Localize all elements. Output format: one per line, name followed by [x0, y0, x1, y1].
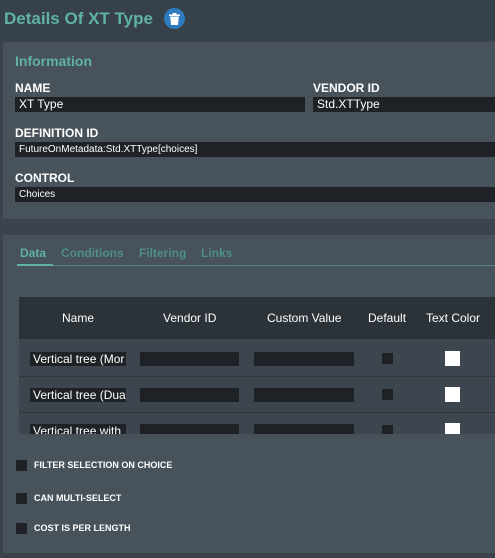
column-header-default: Default	[368, 311, 407, 325]
information-panel: Information NAME XT Type VENDOR ID Std.X…	[3, 42, 495, 219]
multi-select-label: CAN MULTI-SELECT	[34, 493, 122, 503]
row-vendor-id-input[interactable]	[140, 388, 239, 402]
row-custom-value-input[interactable]	[254, 352, 354, 366]
name-field[interactable]: XT Type	[15, 97, 305, 112]
column-header-name: Name	[62, 311, 95, 325]
filter-selection-checkbox[interactable]	[16, 460, 27, 471]
row-vendor-id-input[interactable]	[140, 352, 239, 366]
row-name-input[interactable]: Vertical tree (Dua	[30, 388, 126, 402]
row-default-checkbox[interactable]	[382, 353, 393, 364]
trash-icon	[169, 12, 180, 25]
column-header-text-color: Text Color	[426, 311, 481, 325]
page-title: Details Of XT Type	[4, 9, 153, 28]
row-custom-value-input[interactable]	[254, 388, 354, 402]
tab-filtering[interactable]: Filtering	[139, 246, 186, 260]
row-default-checkbox[interactable]	[382, 389, 393, 400]
tab-divider	[17, 265, 495, 266]
vendor-id-label: VENDOR ID	[313, 81, 380, 95]
vendor-id-field[interactable]: Std.XTType	[313, 97, 495, 112]
tab-links[interactable]: Links	[201, 246, 232, 260]
information-heading: Information	[15, 53, 92, 69]
row-text-color-swatch[interactable]	[445, 351, 460, 366]
multi-select-checkbox[interactable]	[16, 493, 27, 504]
row-default-checkbox[interactable]	[382, 425, 393, 434]
control-field[interactable]: Choices	[15, 187, 495, 202]
active-tab-indicator	[17, 264, 53, 266]
name-label: NAME	[15, 81, 51, 95]
row-name-input[interactable]: Vertical tree (Mor	[30, 352, 126, 366]
delete-button[interactable]	[164, 8, 185, 29]
table-row: Vertical tree (Mor	[19, 341, 495, 376]
column-header-vendor-id: Vendor ID	[163, 311, 217, 325]
definition-id-field[interactable]: FutureOnMetadata:Std.XTType[choices]	[15, 142, 495, 157]
row-name-input[interactable]: Vertical tree with	[30, 424, 126, 434]
control-label: CONTROL	[15, 171, 75, 185]
row-text-color-swatch[interactable]	[445, 387, 460, 402]
row-vendor-id-input[interactable]	[140, 424, 239, 434]
table-header: Name Vendor ID Custom Value Default Text…	[19, 297, 495, 339]
tab-data[interactable]: Data	[20, 246, 46, 260]
tab-conditions[interactable]: Conditions	[61, 246, 124, 260]
row-custom-value-input[interactable]	[254, 424, 354, 434]
table-row: Vertical tree with	[19, 413, 495, 434]
filter-selection-label: FILTER SELECTION ON CHOICE	[34, 460, 173, 470]
table-row: Vertical tree (Dua	[19, 377, 495, 412]
cost-per-length-checkbox[interactable]	[16, 523, 27, 534]
column-header-custom-value: Custom Value	[267, 311, 342, 325]
page-header: Details Of XT Type	[0, 0, 495, 40]
cost-per-length-label: COST IS PER LENGTH	[34, 523, 131, 533]
definition-id-label: DEFINITION ID	[15, 126, 99, 140]
choices-table: Name Vendor ID Custom Value Default Text…	[19, 297, 495, 434]
row-text-color-swatch[interactable]	[445, 423, 460, 434]
